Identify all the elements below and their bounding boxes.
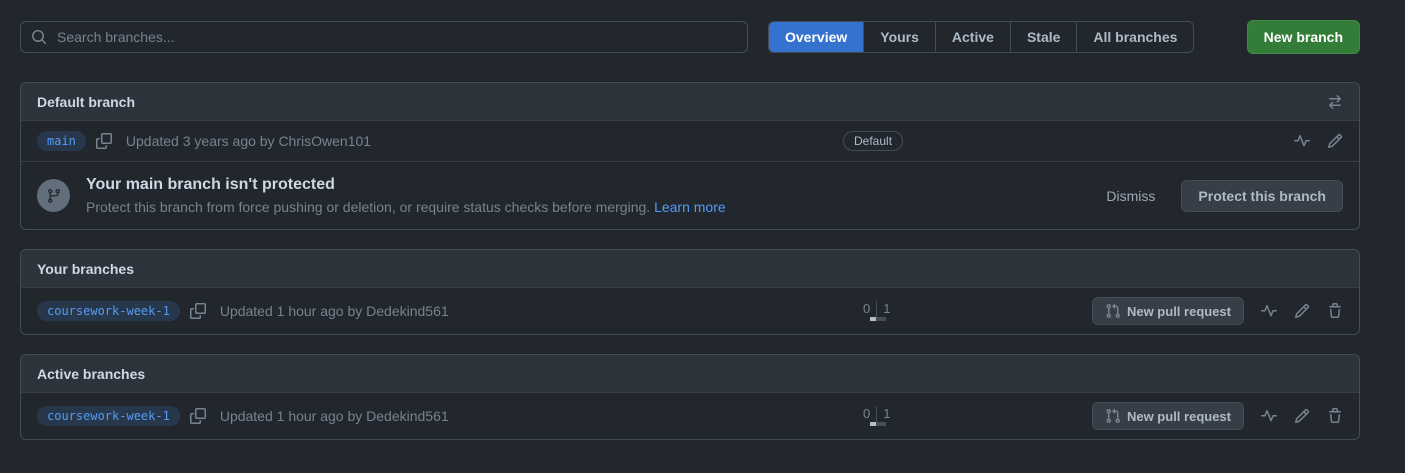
pulse-icon[interactable] bbox=[1294, 133, 1310, 149]
branch-updated-text: Updated 1 hour ago by Dedekind561 bbox=[220, 408, 449, 424]
active-branches-header: Active branches bbox=[21, 355, 1359, 392]
pencil-icon[interactable] bbox=[1327, 133, 1343, 149]
pencil-icon[interactable] bbox=[1294, 408, 1310, 424]
branch-row-coursework: coursework-week-1 Updated 1 hour ago by … bbox=[21, 392, 1359, 439]
active-branches-card: Active branches coursework-week-1 Update… bbox=[20, 354, 1360, 440]
default-branch-card: Default branch main Updated 3 years ago … bbox=[20, 82, 1360, 230]
tab-overview[interactable]: Overview bbox=[769, 22, 863, 52]
branch-name-link[interactable]: coursework-week-1 bbox=[37, 406, 180, 426]
ahead-bar bbox=[877, 422, 886, 426]
ahead-bar bbox=[877, 317, 886, 321]
copy-icon[interactable] bbox=[96, 133, 112, 149]
new-branch-button[interactable]: New branch bbox=[1247, 20, 1360, 54]
tab-stale[interactable]: Stale bbox=[1010, 22, 1076, 52]
git-pull-request-icon bbox=[1105, 408, 1121, 424]
section-title: Active branches bbox=[37, 366, 145, 382]
behind-count: 0 bbox=[857, 301, 876, 316]
branches-page: Overview Yours Active Stale All branches… bbox=[20, 0, 1360, 440]
toolbar: Overview Yours Active Stale All branches… bbox=[20, 20, 1360, 54]
copy-icon[interactable] bbox=[190, 408, 206, 424]
trash-icon[interactable] bbox=[1327, 303, 1343, 319]
ahead-count: 1 bbox=[877, 406, 896, 421]
protect-branch-button[interactable]: Protect this branch bbox=[1181, 180, 1343, 212]
notice-description: Protect this branch from force pushing o… bbox=[86, 199, 1090, 215]
branch-row-main: main Updated 3 years ago by ChrisOwen101… bbox=[21, 120, 1359, 161]
pulse-icon[interactable] bbox=[1261, 303, 1277, 319]
branch-name-link[interactable]: coursework-week-1 bbox=[37, 301, 180, 321]
ahead-behind-counts: 0 1 bbox=[857, 406, 896, 426]
notice-title: Your main branch isn't protected bbox=[86, 176, 1090, 194]
branch-row-coursework: coursework-week-1 Updated 1 hour ago by … bbox=[21, 287, 1359, 334]
ahead-count: 1 bbox=[877, 301, 896, 316]
git-branch-icon bbox=[37, 179, 70, 212]
your-branches-card: Your branches coursework-week-1 Updated … bbox=[20, 249, 1360, 335]
learn-more-link[interactable]: Learn more bbox=[654, 199, 726, 215]
search-box bbox=[20, 21, 748, 53]
section-title: Default branch bbox=[37, 94, 135, 110]
branch-updated-text: Updated 1 hour ago by Dedekind561 bbox=[220, 303, 449, 319]
ahead-behind-counts: 0 1 bbox=[857, 301, 896, 321]
search-input[interactable] bbox=[55, 28, 737, 46]
branch-updated-text: Updated 3 years ago by ChrisOwen101 bbox=[126, 133, 371, 149]
tab-active[interactable]: Active bbox=[935, 22, 1010, 52]
search-icon bbox=[31, 29, 47, 45]
your-branches-header: Your branches bbox=[21, 250, 1359, 287]
section-title: Your branches bbox=[37, 261, 134, 277]
dismiss-link[interactable]: Dismiss bbox=[1106, 188, 1155, 204]
new-pull-request-button[interactable]: New pull request bbox=[1092, 402, 1244, 430]
git-pull-request-icon bbox=[1105, 303, 1121, 319]
branch-filter-tabs: Overview Yours Active Stale All branches bbox=[768, 21, 1194, 53]
new-pull-request-button[interactable]: New pull request bbox=[1092, 297, 1244, 325]
default-branch-header: Default branch bbox=[21, 83, 1359, 120]
trash-icon[interactable] bbox=[1327, 408, 1343, 424]
default-badge: Default bbox=[843, 131, 903, 151]
arrow-switch-icon[interactable] bbox=[1327, 94, 1343, 110]
branch-protection-notice: Your main branch isn't protected Protect… bbox=[21, 161, 1359, 229]
branch-name-link[interactable]: main bbox=[37, 131, 86, 151]
tab-all-branches[interactable]: All branches bbox=[1076, 22, 1193, 52]
copy-icon[interactable] bbox=[190, 303, 206, 319]
tab-yours[interactable]: Yours bbox=[863, 22, 935, 52]
pulse-icon[interactable] bbox=[1261, 408, 1277, 424]
behind-count: 0 bbox=[857, 406, 876, 421]
pencil-icon[interactable] bbox=[1294, 303, 1310, 319]
